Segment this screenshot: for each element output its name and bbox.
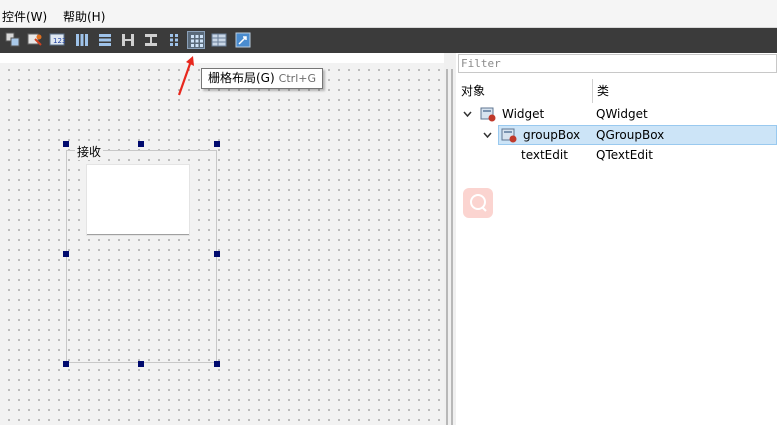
layout-horizontal-icon — [76, 34, 88, 46]
menu-widgets[interactable]: 控件(W) — [2, 8, 47, 25]
chevron-down-icon[interactable] — [483, 131, 492, 139]
class-name: QWidget — [596, 107, 648, 121]
layout-vertical-splitter-button[interactable] — [142, 31, 160, 49]
resize-handle-left[interactable] — [63, 251, 69, 257]
edit-tab-order-button[interactable]: 123 — [48, 31, 66, 49]
layout-form-button[interactable] — [165, 31, 183, 49]
tree-row-widget[interactable]: Widget QWidget — [458, 104, 777, 124]
send-to-back-icon — [5, 32, 20, 47]
layout-horizontal-splitter-button[interactable] — [119, 31, 137, 49]
layout-grid-button[interactable] — [187, 31, 205, 49]
send-to-back-button[interactable] — [4, 31, 22, 49]
resize-handle-bottom-right[interactable] — [214, 361, 220, 367]
class-name: QGroupBox — [596, 128, 665, 142]
resize-handle-bottom[interactable] — [138, 361, 144, 367]
object-name: Widget — [502, 107, 545, 121]
tree-row-groupbox[interactable]: groupBox QGroupBox — [498, 125, 777, 145]
resize-handle-right[interactable] — [214, 251, 220, 257]
tooltip-text: 栅格布局(G) — [208, 71, 275, 85]
edit-buddies-icon — [27, 33, 42, 46]
red-arrow-annotation — [177, 56, 194, 96]
groupbox-title: 接收 — [75, 143, 104, 160]
filter-input[interactable]: Filter — [458, 54, 777, 73]
break-layout-icon — [211, 33, 227, 47]
layout-vertical-button[interactable] — [96, 31, 114, 49]
tree-row-textedit[interactable]: textEdit QTextEdit — [458, 145, 777, 165]
layout-horizontal-button[interactable] — [73, 31, 91, 49]
edit-buddies-button[interactable] — [26, 31, 44, 49]
layout-grid-icon — [191, 35, 203, 47]
resize-handle-top[interactable] — [138, 141, 144, 147]
layout-vertical-icon — [99, 34, 111, 46]
svg-text:123: 123 — [53, 37, 65, 45]
layout-horizontal-splitter-icon — [122, 34, 134, 46]
layout-form-icon — [170, 34, 178, 46]
canvas-top-strip — [0, 53, 444, 63]
object-name: groupBox — [523, 128, 581, 142]
menu-help[interactable]: 帮助(H) — [63, 8, 105, 25]
textedit-widget[interactable] — [87, 165, 189, 235]
column-header-object[interactable]: 对象 — [461, 79, 485, 103]
adjust-size-icon — [235, 32, 251, 48]
resize-handle-top-right[interactable] — [214, 141, 220, 147]
form-editor-toolbar: 123 — [0, 28, 777, 53]
layout-vertical-splitter-icon — [145, 34, 157, 46]
panel-splitter[interactable] — [444, 53, 456, 425]
edit-tab-order-icon: 123 — [49, 33, 65, 46]
layout-grid-tooltip: 栅格布局(G) Ctrl+G — [201, 68, 323, 89]
break-layout-button[interactable] — [210, 31, 228, 49]
floating-search-button[interactable] — [463, 188, 493, 218]
widget-icon — [480, 107, 496, 122]
adjust-size-button[interactable] — [234, 31, 252, 49]
resize-handle-bottom-left[interactable] — [63, 361, 69, 367]
column-header-class[interactable]: 类 — [597, 79, 609, 103]
tooltip-shortcut: Ctrl+G — [278, 72, 316, 85]
search-icon — [470, 194, 487, 212]
menu-bar: 控件(W) 帮助(H) — [0, 0, 777, 28]
resize-handle-top-left[interactable] — [63, 141, 69, 147]
object-name: textEdit — [521, 148, 568, 162]
class-name: QTextEdit — [596, 148, 653, 162]
chevron-down-icon[interactable] — [463, 110, 472, 118]
groupbox-icon — [501, 128, 517, 143]
